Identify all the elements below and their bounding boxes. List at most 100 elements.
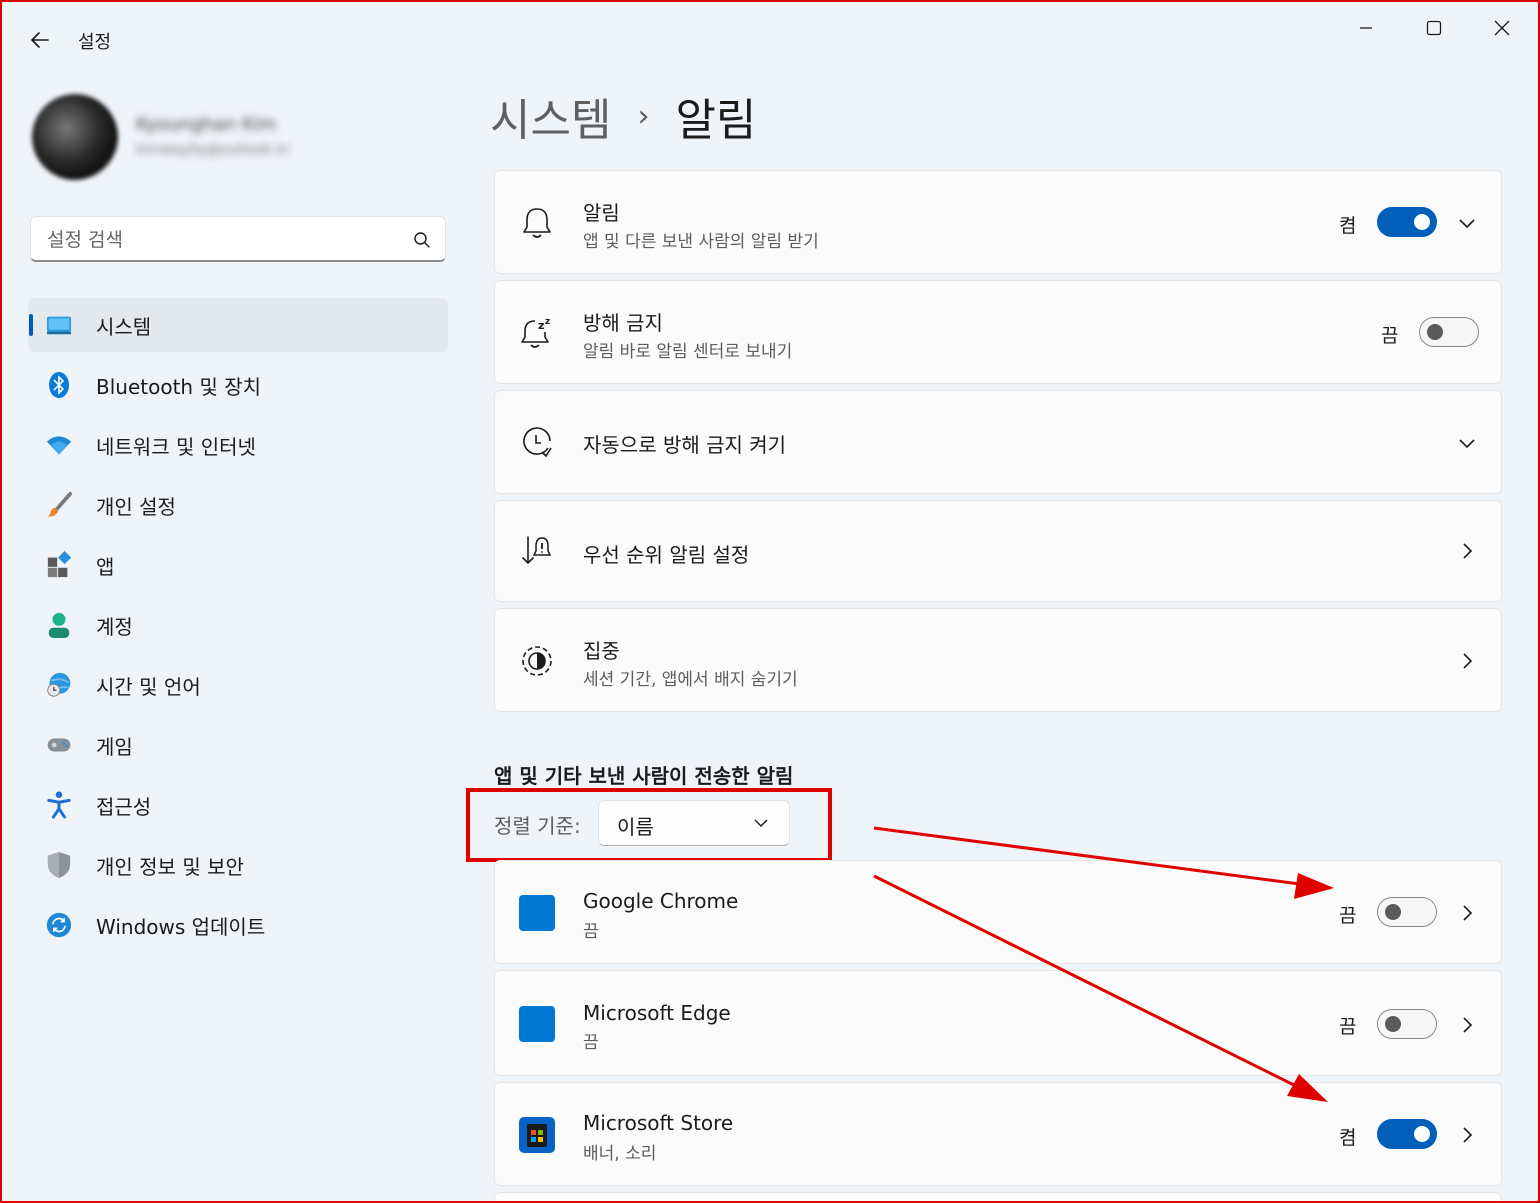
sidebar-item-label: 네트워크 및 인터넷 bbox=[96, 434, 256, 459]
bell-snooze-icon: zz bbox=[519, 315, 555, 351]
auto-dnd-card[interactable]: 자동으로 방해 금지 켜기 bbox=[494, 390, 1502, 494]
toggle-state-label: 끔 bbox=[1339, 905, 1357, 927]
minimize-icon bbox=[1360, 27, 1372, 29]
chevron-down-icon[interactable] bbox=[1457, 213, 1477, 233]
setting-title: 자동으로 방해 금지 켜기 bbox=[583, 433, 787, 457]
close-button[interactable] bbox=[1480, 12, 1524, 44]
app-subtitle: 끔 bbox=[583, 922, 599, 942]
setting-title: 우선 순위 알림 설정 bbox=[583, 543, 750, 567]
minimize-button[interactable] bbox=[1344, 12, 1388, 44]
do-not-disturb-card: zz 방해 금지 알림 바로 알림 센터로 보내기 끔 bbox=[494, 280, 1502, 384]
focus-icon bbox=[519, 643, 555, 679]
paintbrush-icon bbox=[46, 492, 72, 518]
sidebar-item-label: Bluetooth 및 장치 bbox=[96, 374, 262, 399]
shield-icon bbox=[46, 852, 72, 878]
sidebar-item-network[interactable]: 네트워크 및 인터넷 bbox=[28, 418, 448, 472]
search-icon[interactable] bbox=[413, 231, 431, 249]
sidebar-item-label: 접근성 bbox=[96, 794, 152, 819]
app-subtitle: 끔 bbox=[583, 1033, 599, 1053]
chevron-right-icon[interactable] bbox=[1457, 651, 1477, 671]
settings-window: 설정 Kyounghan Kim kimwaylly@outlook.kr 시스… bbox=[0, 0, 1540, 1203]
chevron-right-icon[interactable] bbox=[1457, 903, 1477, 923]
close-icon bbox=[1494, 20, 1510, 36]
chrome-app-icon bbox=[519, 895, 555, 931]
sidebar-item-label: 시스템 bbox=[96, 314, 152, 339]
annotation-highlight-box bbox=[466, 788, 832, 862]
sidebar-item-windows-update[interactable]: Windows 업데이트 bbox=[28, 898, 448, 952]
setting-subtitle: 앱 및 다른 보낸 사람의 알림 받기 bbox=[583, 232, 819, 252]
sidebar-item-label: 계정 bbox=[96, 614, 133, 639]
toggle-state-label: 켬 bbox=[1339, 1127, 1357, 1149]
app-row-google-chrome[interactable]: Google Chrome 끔 끔 bbox=[494, 860, 1502, 964]
focus-card[interactable]: 집중 세션 기간, 앱에서 배지 숨기기 bbox=[494, 608, 1502, 712]
chevron-right-icon[interactable] bbox=[1457, 1125, 1477, 1145]
bluetooth-icon bbox=[46, 372, 72, 398]
maximize-icon bbox=[1426, 20, 1442, 36]
app-row-partial bbox=[494, 1192, 1502, 1201]
edge-app-icon bbox=[519, 1006, 555, 1042]
setting-subtitle: 알림 바로 알림 센터로 보내기 bbox=[583, 342, 793, 362]
profile-email: kimwaylly@outlook.kr bbox=[136, 142, 291, 158]
back-arrow-icon bbox=[31, 32, 49, 48]
microsoft-edge-toggle[interactable] bbox=[1377, 1009, 1437, 1039]
setting-title: 알림 bbox=[583, 201, 620, 225]
svg-text:z: z bbox=[545, 317, 550, 327]
sidebar-item-label: 게임 bbox=[96, 734, 133, 759]
globe-clock-icon bbox=[46, 672, 72, 698]
sidebar-item-personalization[interactable]: 개인 설정 bbox=[28, 478, 448, 532]
chevron-right-icon[interactable] bbox=[1457, 541, 1477, 561]
google-chrome-toggle[interactable] bbox=[1377, 897, 1437, 927]
setting-subtitle: 세션 기간, 앱에서 배지 숨기기 bbox=[583, 670, 798, 690]
sidebar-item-accessibility[interactable]: 접근성 bbox=[28, 778, 448, 832]
store-app-icon bbox=[519, 1117, 555, 1153]
do-not-disturb-toggle[interactable] bbox=[1419, 317, 1479, 347]
breadcrumb-parent[interactable]: 시스템 bbox=[490, 84, 611, 148]
page-title: 알림 bbox=[675, 95, 757, 146]
maximize-button[interactable] bbox=[1412, 12, 1456, 44]
app-name: Google Chrome bbox=[583, 889, 739, 913]
sidebar-item-label: 시간 및 언어 bbox=[96, 674, 201, 699]
setting-title: 집중 bbox=[583, 639, 620, 663]
microsoft-store-toggle[interactable] bbox=[1377, 1119, 1437, 1149]
accessibility-icon bbox=[46, 791, 72, 819]
sidebar-item-system[interactable]: 시스템 bbox=[28, 298, 448, 352]
sidebar-item-time-language[interactable]: 시간 및 언어 bbox=[28, 658, 448, 712]
back-button[interactable] bbox=[24, 24, 56, 56]
app-row-microsoft-store[interactable]: Microsoft Store 배너, 소리 켬 bbox=[494, 1082, 1502, 1186]
settings-search bbox=[30, 216, 446, 262]
apps-icon bbox=[46, 551, 72, 578]
account-icon bbox=[46, 612, 72, 638]
app-name: Microsoft Edge bbox=[583, 1001, 731, 1025]
sidebar-item-label: Windows 업데이트 bbox=[96, 914, 266, 939]
sidebar-item-apps[interactable]: 앱 bbox=[28, 538, 448, 592]
sidebar-nav: 시스템 Bluetooth 및 장치 네트워크 및 인터넷 개인 설정 앱 계정… bbox=[28, 298, 448, 958]
toggle-state-label: 끔 bbox=[1381, 325, 1399, 347]
bell-icon bbox=[519, 205, 555, 241]
sidebar-item-gaming[interactable]: 게임 bbox=[28, 718, 448, 772]
breadcrumb-separator: › bbox=[637, 98, 650, 134]
sidebar-item-bluetooth[interactable]: Bluetooth 및 장치 bbox=[28, 358, 448, 412]
avatar bbox=[32, 94, 118, 180]
gamepad-icon bbox=[46, 732, 72, 758]
system-display-icon bbox=[46, 312, 72, 338]
app-title: 설정 bbox=[78, 32, 112, 53]
notifications-card[interactable]: 알림 앱 및 다른 보낸 사람의 알림 받기 켬 bbox=[494, 170, 1502, 274]
chevron-right-icon[interactable] bbox=[1457, 1015, 1477, 1035]
sidebar-item-label: 앱 bbox=[96, 554, 115, 579]
search-input[interactable] bbox=[45, 225, 399, 255]
notifications-toggle[interactable] bbox=[1377, 207, 1437, 237]
sidebar-item-accounts[interactable]: 계정 bbox=[28, 598, 448, 652]
wifi-icon bbox=[46, 432, 72, 458]
sidebar-item-label: 개인 정보 및 보안 bbox=[96, 854, 244, 879]
sidebar-item-privacy-security[interactable]: 개인 정보 및 보안 bbox=[28, 838, 448, 892]
app-name: Microsoft Store bbox=[583, 1111, 734, 1135]
user-profile[interactable]: Kyounghan Kim kimwaylly@outlook.kr bbox=[32, 94, 452, 184]
setting-title: 방해 금지 bbox=[583, 311, 663, 335]
app-subtitle: 배너, 소리 bbox=[583, 1144, 657, 1164]
update-icon bbox=[46, 912, 72, 938]
app-row-microsoft-edge[interactable]: Microsoft Edge 끔 끔 bbox=[494, 970, 1502, 1076]
profile-name: Kyounghan Kim bbox=[136, 114, 277, 135]
priority-notifications-card[interactable]: 우선 순위 알림 설정 bbox=[494, 500, 1502, 602]
clock-icon bbox=[519, 425, 555, 461]
chevron-down-icon[interactable] bbox=[1457, 433, 1477, 453]
